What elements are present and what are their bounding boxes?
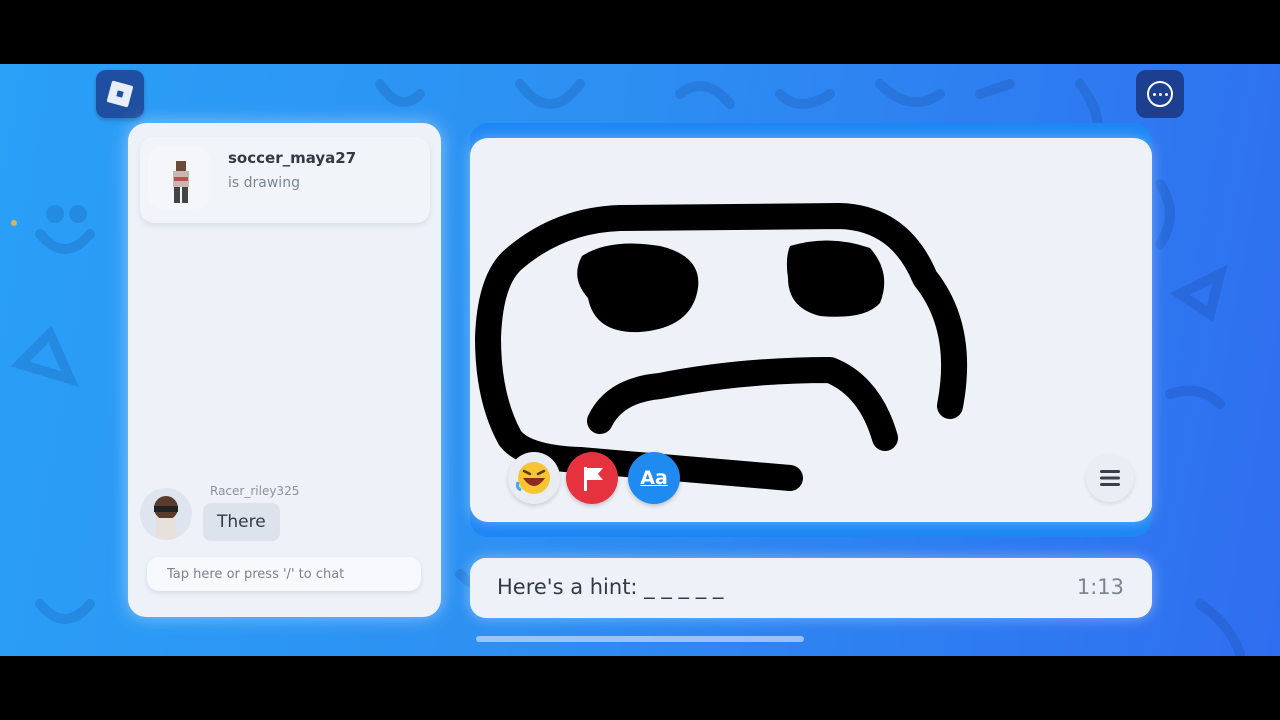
more-options-icon — [1147, 81, 1173, 107]
chat-input-box[interactable] — [147, 557, 421, 591]
guess-text-button[interactable]: Aa — [628, 452, 680, 504]
roblox-logo-icon — [106, 80, 134, 108]
canvas-menu-button[interactable] — [1086, 454, 1134, 502]
indicator-dot — [11, 220, 17, 226]
game-screen: soccer_maya27 is drawing Racer_riley325 … — [0, 64, 1280, 656]
hamburger-menu-icon — [1100, 470, 1120, 486]
text-aa-icon: Aa — [640, 467, 668, 489]
drawer-username: soccer_maya27 — [228, 149, 357, 167]
report-button[interactable] — [566, 452, 618, 504]
current-drawer-card: soccer_maya27 is drawing — [140, 137, 430, 223]
chat-message-username: Racer_riley325 — [210, 484, 300, 498]
drawer-status: is drawing — [228, 175, 300, 191]
hint-bar: Here's a hint: _ _ _ _ _ 1:13 — [470, 558, 1152, 618]
roblox-menu-button[interactable] — [96, 70, 144, 118]
flag-icon — [584, 467, 603, 491]
hint-text: Here's a hint: _ _ _ _ _ — [497, 575, 724, 599]
avatar — [140, 488, 192, 540]
more-options-button[interactable] — [1136, 70, 1184, 118]
home-indicator — [476, 636, 804, 642]
letterbox-bottom — [0, 656, 1280, 720]
chat-panel: soccer_maya27 is drawing Racer_riley325 … — [128, 123, 441, 617]
drawing-canvas[interactable]: Aa — [470, 138, 1152, 522]
reactions-button[interactable] — [508, 452, 560, 504]
laughing-emoji-icon — [515, 462, 550, 494]
round-timer: 1:13 — [1076, 575, 1124, 599]
letterbox-top — [0, 0, 1280, 64]
chat-input[interactable] — [147, 557, 421, 591]
chat-message-bubble: There — [203, 503, 280, 541]
drawer-avatar — [148, 147, 210, 209]
